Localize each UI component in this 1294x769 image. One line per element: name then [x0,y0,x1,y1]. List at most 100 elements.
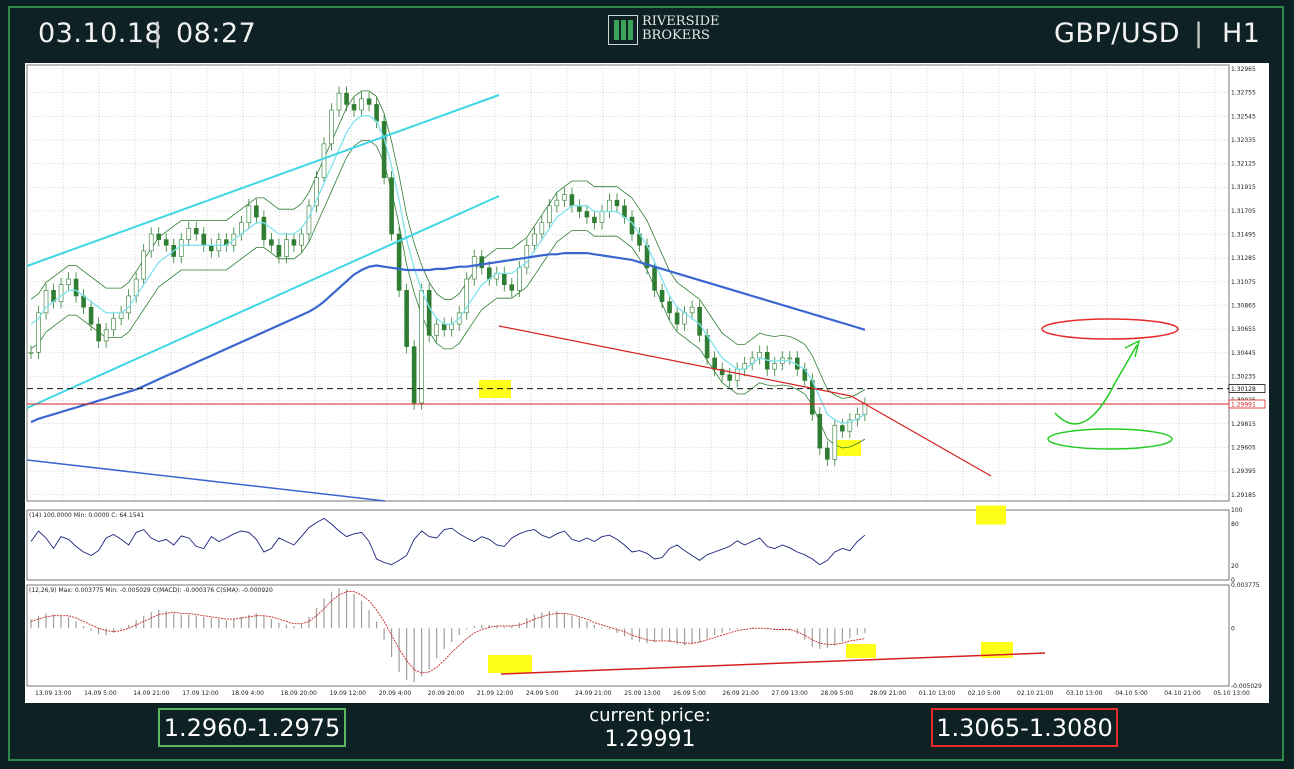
price-candle [163,239,169,246]
price-candle [734,368,740,381]
price-candle [178,239,184,257]
long-trend-line [26,459,386,502]
price-candle [501,273,507,285]
rsi-tick-label: 100 [1231,507,1243,514]
x-tick-label: 01.10 13:00 [919,690,956,697]
panel-frame [26,64,1230,502]
timeframe-label: H1 [1222,18,1261,49]
price-candle [689,306,695,314]
rsi-line [30,517,866,566]
current-price-label: current price: [589,705,711,726]
y-tick-label: 1.31705 [1231,208,1256,215]
channel-upper-line [26,94,500,267]
x-tick-label: 04.10 21:00 [1164,690,1201,697]
price-candle [66,278,71,285]
highlight-marker [846,644,876,658]
price-candle [577,205,582,212]
highlight-marker [488,655,532,673]
y-tick-label: 1.31285 [1231,255,1256,262]
price-chart: 1.32965 1.32755 1.32545 1.32335 1.32125 1.319… [26,64,1266,697]
price-candle [727,374,732,381]
y-tick-label: 1.32125 [1231,161,1256,168]
support-range-box: 1.2960-1.2975 [158,708,346,747]
x-tick-label: 27.09 13:00 [772,690,809,697]
macd-tick-label: 0 [1231,625,1235,632]
y-tick-label: 1.29815 [1231,421,1256,428]
price-candle [704,335,710,359]
macd-signal-line [30,591,865,674]
price-candle [772,363,778,370]
y-tick-label: 1.31915 [1231,184,1256,191]
x-tick-label: 28.09 21:00 [870,690,907,697]
macd-tick-label: -0.005029 [1231,683,1262,690]
price-candle [321,143,327,178]
x-tick-label: 24.09 5:00 [526,690,559,697]
price-candle [344,92,349,105]
resistance-range-box: 1.3065-1.3080 [931,708,1118,747]
y-tick-label: 1.32755 [1231,90,1256,97]
price-candle [28,351,34,354]
price-candle [479,256,485,269]
pair-label: GBP/USD [1054,18,1181,49]
y-tick-label: 1.32545 [1231,113,1256,120]
price-candle [434,323,439,336]
y-tick-label: 1.32965 [1231,66,1256,73]
price-candle [254,205,259,218]
level-label: 1.29991 [1231,401,1256,408]
price-candle [141,250,146,280]
price-candle [374,104,379,122]
price-candle [186,228,192,240]
x-tick-label: 26.09 21:00 [722,690,759,697]
y-tick-label: 1.29395 [1231,468,1256,475]
y-tick-label: 1.30865 [1231,303,1256,310]
price-candle [58,284,64,302]
x-tick-label: 19.09 12:00 [330,690,367,697]
price-candle [426,290,432,336]
y-tick-label: 1.29185 [1231,492,1256,499]
price-candle [269,239,274,246]
price-candle [554,199,560,207]
price-candle [659,290,665,302]
price-candle [389,177,394,235]
x-tick-label: 03.10 13:00 [1066,690,1103,697]
logo-icon [608,15,638,45]
forecast-arrow [1054,344,1138,425]
price-candle [787,357,793,360]
price-candle [299,233,304,246]
bollinger-upper [30,90,866,399]
slow-ma-line [30,252,866,424]
logo-line1: RIVERSIDE [642,14,720,29]
price-candle [111,318,116,331]
price-candle [862,403,868,415]
price-candle [209,244,214,252]
rsi-header: (14) 100.0000 Min: 0.0000 C: 64.1541 [29,512,144,519]
y-tick-label: 1.30235 [1231,374,1256,381]
price-candle [532,233,537,246]
x-tick-label: 24.09 21:00 [575,690,612,697]
price-candle [88,306,94,325]
x-tick-label: 28.09 5:00 [821,690,854,697]
date-label: 03.10.18 [38,18,163,49]
price-candle [276,244,282,257]
macd-tick-label: 0.003775 [1231,582,1260,589]
price-candle [449,323,455,331]
chart-area: 1.32965 1.32755 1.32545 1.32335 1.32125 1.319… [25,63,1269,703]
fast-ma-line [30,115,866,424]
price-candle [291,239,297,246]
price-candle [201,233,207,246]
support-target-ellipse [1047,428,1173,450]
y-tick-label: 1.32335 [1231,137,1256,144]
price-candle [840,425,845,432]
header-separator-right: | [1194,18,1204,49]
price-candle [539,222,545,235]
x-tick-label: 17.09 12:00 [182,690,219,697]
price-candle [832,425,838,460]
price-candle [148,233,154,252]
x-tick-label: 13.09 13:00 [35,690,72,697]
price-candle [73,278,79,297]
price-candle [674,312,680,325]
rsi-tick-label: 80 [1231,521,1239,528]
price-candle [336,92,342,111]
price-candle [825,447,830,460]
price-candle [652,267,657,291]
